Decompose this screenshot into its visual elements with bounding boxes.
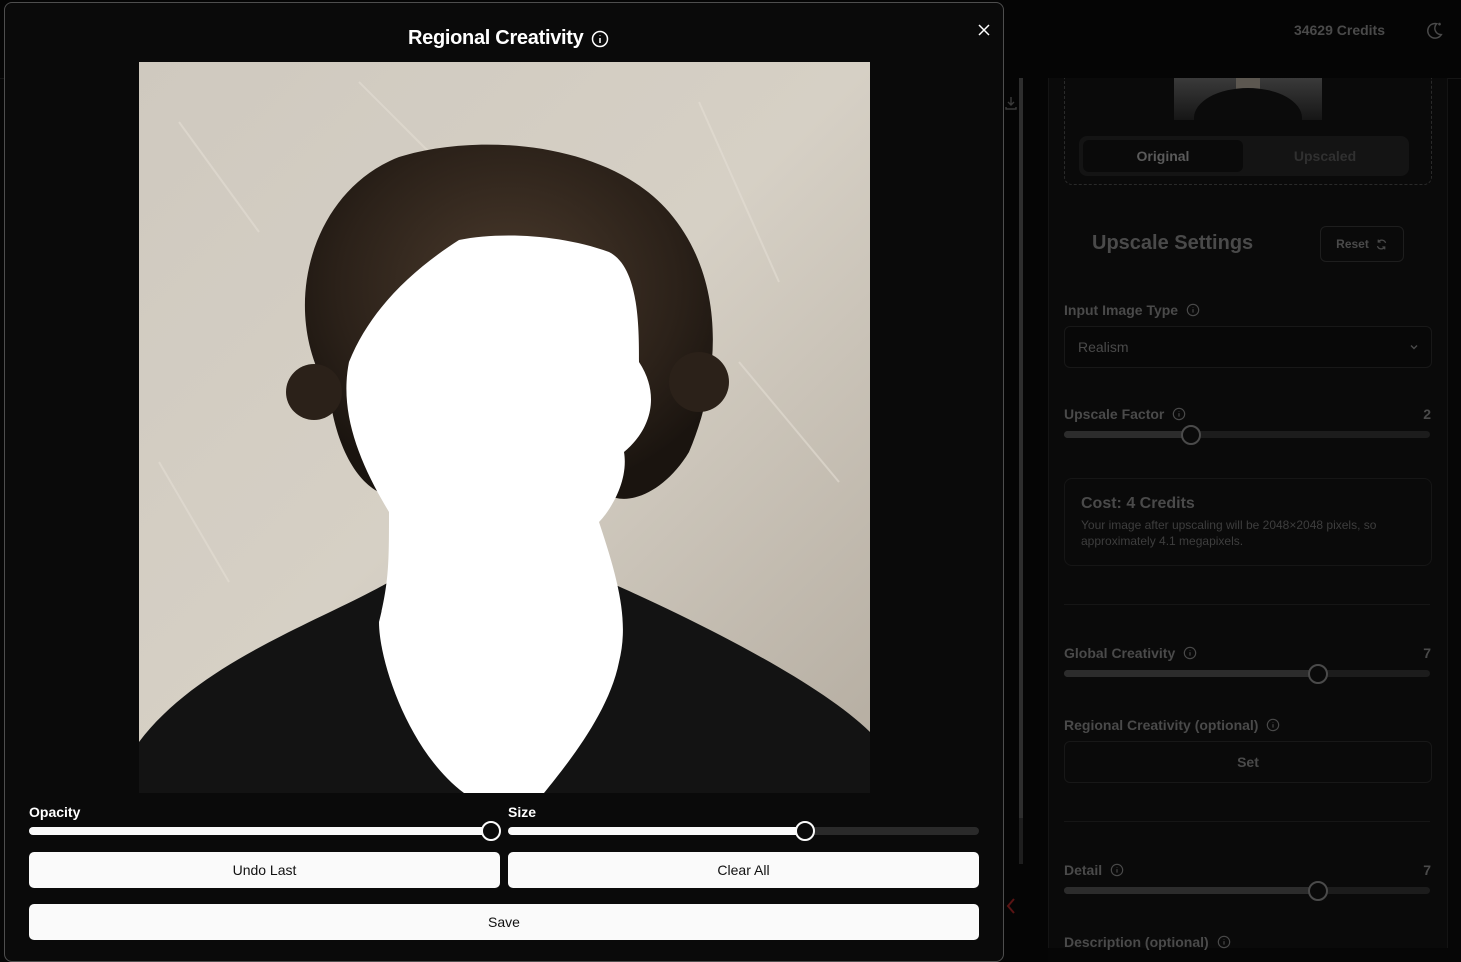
slider-thumb[interactable]: [1307, 664, 1328, 684]
slider-fill: [1064, 431, 1191, 438]
info-icon[interactable]: [1217, 935, 1231, 949]
cost-title: Cost: 4 Credits: [1081, 495, 1195, 512]
regional-creativity-set-button[interactable]: Set: [1064, 741, 1432, 783]
global-creativity-value: 7: [1423, 645, 1431, 661]
info-icon[interactable]: [591, 30, 609, 48]
tab-upscaled[interactable]: Upscaled: [1245, 140, 1405, 172]
slider-thumb[interactable]: [480, 821, 501, 841]
detail-slider[interactable]: [1064, 881, 1430, 901]
slider-fill: [29, 827, 491, 835]
portrait-image: [139, 62, 870, 793]
slider-fill: [1064, 887, 1317, 894]
detail-text: Detail: [1064, 862, 1103, 878]
size-label: Size: [508, 804, 537, 820]
input-image-type-label: Input Image Type: [1064, 302, 1200, 318]
undo-last-button[interactable]: Undo Last: [29, 852, 500, 888]
tab-original[interactable]: Original: [1083, 140, 1243, 172]
opacity-label: Opacity: [29, 804, 81, 820]
info-icon[interactable]: [1183, 646, 1197, 660]
image-thumbnail: [1174, 78, 1322, 120]
moon-icon[interactable]: [1423, 20, 1445, 42]
opacity-slider[interactable]: [29, 821, 501, 841]
info-icon[interactable]: [1266, 718, 1280, 732]
upscale-settings-title: Upscale Settings: [1092, 232, 1254, 254]
chevron-down-icon: [1410, 345, 1418, 350]
slider-fill: [508, 827, 805, 835]
global-creativity-slider[interactable]: [1064, 664, 1430, 684]
clear-all-button[interactable]: Clear All: [508, 852, 979, 888]
global-creativity-text: Global Creativity: [1064, 645, 1176, 661]
download-icon[interactable]: [1003, 95, 1019, 111]
cost-description: Your image after upscaling will be 2048×…: [1081, 518, 1377, 548]
upscale-factor-label: Upscale Factor: [1064, 406, 1186, 422]
credits-counter: 34629 Credits: [1293, 22, 1385, 38]
input-image-type-select[interactable]: Realism: [1064, 326, 1432, 368]
slider-thumb[interactable]: [1307, 881, 1328, 901]
description-text: Description (optional): [1064, 934, 1209, 950]
modal-title: Regional Creativity: [408, 27, 584, 49]
workspace-panel: [1004, 78, 1048, 962]
input-image-type-value: Realism: [1078, 339, 1129, 355]
detail-label: Detail: [1064, 862, 1124, 878]
info-icon[interactable]: [1110, 863, 1124, 877]
divider: [1064, 821, 1430, 822]
chevron-left-icon[interactable]: [1005, 897, 1017, 915]
info-icon[interactable]: [1172, 407, 1186, 421]
upscale-factor-slider[interactable]: [1064, 425, 1430, 445]
regional-creativity-text: Regional Creativity (optional): [1064, 717, 1259, 733]
save-button[interactable]: Save: [29, 904, 979, 940]
scrollbar-thumb[interactable]: [1019, 78, 1023, 818]
slider-thumb[interactable]: [794, 821, 815, 841]
info-icon[interactable]: [1186, 303, 1200, 317]
detail-value: 7: [1423, 862, 1431, 878]
global-creativity-label: Global Creativity: [1064, 645, 1197, 661]
input-image-type-text: Input Image Type: [1064, 302, 1179, 318]
reset-label: Reset: [1336, 237, 1369, 251]
divider: [1064, 604, 1430, 605]
description-label: Description (optional): [1064, 934, 1231, 950]
cost-card: Cost: 4 Credits Your image after upscali…: [1064, 478, 1432, 566]
slider-fill: [1064, 670, 1317, 677]
upscale-factor-value: 2: [1423, 406, 1431, 422]
refresh-icon: [1376, 239, 1386, 249]
mask-canvas[interactable]: [139, 62, 870, 793]
close-icon[interactable]: [974, 20, 994, 40]
size-slider[interactable]: [508, 821, 979, 841]
regional-creativity-label: Regional Creativity (optional): [1064, 717, 1280, 733]
upscale-factor-text: Upscale Factor: [1064, 406, 1165, 422]
reset-button[interactable]: Reset: [1320, 226, 1404, 262]
